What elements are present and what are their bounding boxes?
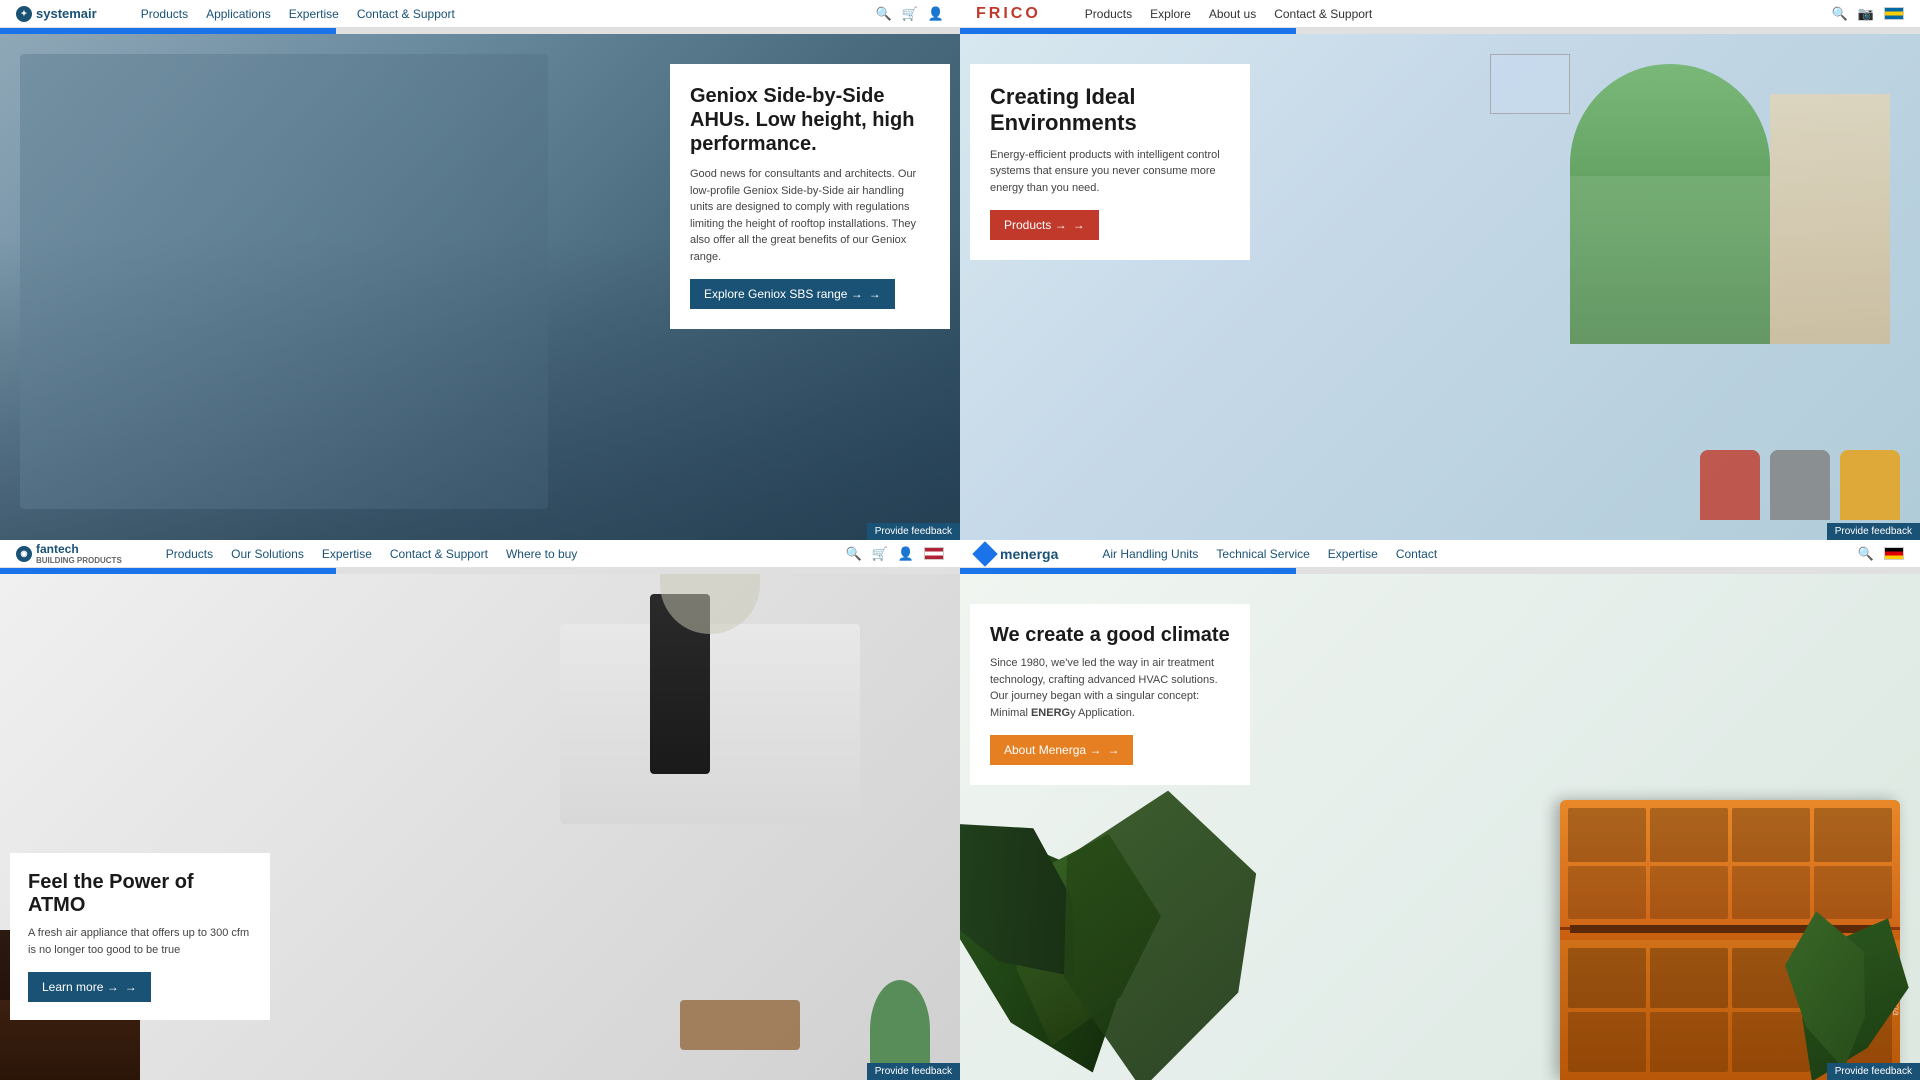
frico-feedback[interactable]: Provide feedback — [1827, 523, 1920, 540]
menerga-logo[interactable]: menerga — [976, 545, 1058, 563]
systemair-content-card: Geniox Side-by-Side AHUs. Low height, hi… — [670, 64, 950, 329]
user-icon-q1[interactable]: 👤 — [928, 6, 944, 22]
fantech-logo[interactable]: ◉ fantech BUILDING PRODUCTS — [16, 542, 122, 565]
systemair-logo[interactable]: ✦ systemair — [16, 6, 97, 22]
quadrant-frico: FRICO Products Explore About us Contact … — [960, 0, 1920, 540]
fantech-hero: Feel the Power of ATMO A fresh air appli… — [0, 574, 960, 1080]
search-icon-q3[interactable]: 🔍 — [845, 546, 861, 562]
frico-cta-button[interactable]: Products → — [990, 210, 1099, 240]
menerga-logo-text: menerga — [1000, 546, 1058, 562]
nav-products-q2[interactable]: Products — [1085, 7, 1132, 21]
nav-ahu-q4[interactable]: Air Handling Units — [1102, 547, 1198, 561]
nav-solutions-q3[interactable]: Our Solutions — [231, 547, 304, 561]
fantech-nav-icons: 🔍 🛒 👤 — [845, 546, 944, 562]
menerga-feedback[interactable]: Provide feedback — [1827, 1063, 1920, 1080]
fantech-feedback[interactable]: Provide feedback — [867, 1063, 960, 1080]
fantech-navbar: ◉ fantech BUILDING PRODUCTS Products Our… — [0, 540, 960, 568]
menerga-logo-diamond — [972, 541, 997, 566]
menerga-hero: menerga We create a good climate Since 1… — [960, 574, 1920, 1080]
nav-contact-q1[interactable]: Contact & Support — [357, 7, 455, 21]
frico-hero: Creating Ideal Environments Energy-effic… — [960, 34, 1920, 540]
search-icon-q1[interactable]: 🔍 — [875, 6, 891, 22]
frico-content-card: Creating Ideal Environments Energy-effic… — [970, 64, 1250, 260]
nav-contact-q2[interactable]: Contact & Support — [1274, 7, 1372, 21]
fantech-cta-button[interactable]: Learn more → — [28, 972, 151, 1002]
flag-icon-q2[interactable] — [1884, 7, 1904, 20]
user-icon-q3[interactable]: 👤 — [898, 546, 914, 562]
frico-hero-desc: Energy-efficient products with intellige… — [990, 147, 1230, 197]
flag-icon-q4[interactable] — [1884, 547, 1904, 560]
fantech-content-card: Feel the Power of ATMO A fresh air appli… — [10, 853, 270, 1020]
quadrant-menerga: menerga Air Handling Units Technical Ser… — [960, 540, 1920, 1080]
systemair-hero-title: Geniox Side-by-Side AHUs. Low height, hi… — [690, 84, 930, 156]
search-icon-q4[interactable]: 🔍 — [1858, 546, 1874, 562]
systemair-nav: Products Applications Expertise Contact … — [141, 7, 455, 21]
menerga-navbar: menerga Air Handling Units Technical Ser… — [960, 540, 1920, 568]
systemair-feedback[interactable]: Provide feedback — [867, 523, 960, 540]
frico-navbar: FRICO Products Explore About us Contact … — [960, 0, 1920, 28]
menerga-hero-title: We create a good climate — [990, 624, 1230, 647]
quadrant-systemair: ✦ systemair Products Applications Expert… — [0, 0, 960, 540]
camera-icon-q2[interactable]: 📷 — [1858, 6, 1874, 22]
nav-wheretobuy-q3[interactable]: Where to buy — [506, 547, 577, 561]
cart-icon-q1[interactable]: 🛒 — [902, 6, 918, 22]
nav-technical-q4[interactable]: Technical Service — [1216, 547, 1309, 561]
nav-expertise-q1[interactable]: Expertise — [289, 7, 339, 21]
nav-products-q1[interactable]: Products — [141, 7, 188, 21]
fantech-nav: Products Our Solutions Expertise Contact… — [166, 547, 578, 561]
nav-applications-q1[interactable]: Applications — [206, 7, 271, 21]
menerga-content-card: We create a good climate Since 1980, we'… — [970, 604, 1250, 785]
systemair-hero: Geniox Side-by-Side AHUs. Low height, hi… — [0, 34, 960, 540]
menerga-nav: Air Handling Units Technical Service Exp… — [1102, 547, 1437, 561]
nav-about-q2[interactable]: About us — [1209, 7, 1256, 21]
frico-nav: Products Explore About us Contact & Supp… — [1085, 7, 1372, 21]
flag-icon-q3[interactable] — [924, 547, 944, 560]
systemair-logo-text: systemair — [36, 6, 97, 21]
frico-logo[interactable]: FRICO — [976, 5, 1041, 23]
frico-nav-icons: 🔍 📷 — [1832, 6, 1904, 22]
fantech-logo-text: fantech BUILDING PRODUCTS — [36, 542, 122, 565]
frico-logo-text: FRICO — [976, 5, 1041, 23]
menerga-cta-button[interactable]: About Menerga → — [990, 735, 1133, 765]
systemair-nav-icons: 🔍 🛒 👤 — [875, 6, 944, 22]
fantech-hero-title: Feel the Power of ATMO — [28, 871, 252, 917]
systemair-logo-icon: ✦ — [16, 6, 32, 22]
nav-expertise-q4[interactable]: Expertise — [1328, 547, 1378, 561]
nav-expertise-q3[interactable]: Expertise — [322, 547, 372, 561]
menerga-nav-icons: 🔍 — [1858, 546, 1904, 562]
nav-explore-q2[interactable]: Explore — [1150, 7, 1191, 21]
fantech-logo-circle: ◉ — [16, 546, 32, 562]
nav-contact-q3[interactable]: Contact & Support — [390, 547, 488, 561]
systemair-navbar: ✦ systemair Products Applications Expert… — [0, 0, 960, 28]
nav-products-q3[interactable]: Products — [166, 547, 213, 561]
nav-contact-q4[interactable]: Contact — [1396, 547, 1437, 561]
systemair-cta-button[interactable]: Explore Geniox SBS range → — [690, 279, 895, 309]
menerga-plant-right — [1770, 890, 1920, 1080]
systemair-hero-desc: Good news for consultants and architects… — [690, 166, 930, 265]
menerga-hero-desc: Since 1980, we've led the way in air tre… — [990, 655, 1230, 721]
fantech-hero-desc: A fresh air appliance that offers up to … — [28, 925, 252, 958]
frico-hero-title: Creating Ideal Environments — [990, 84, 1230, 137]
cart-icon-q3[interactable]: 🛒 — [872, 546, 888, 562]
search-icon-q2[interactable]: 🔍 — [1832, 6, 1848, 22]
quadrant-fantech: ◉ fantech BUILDING PRODUCTS Products Our… — [0, 540, 960, 1080]
frico-arch-window — [1570, 64, 1770, 344]
